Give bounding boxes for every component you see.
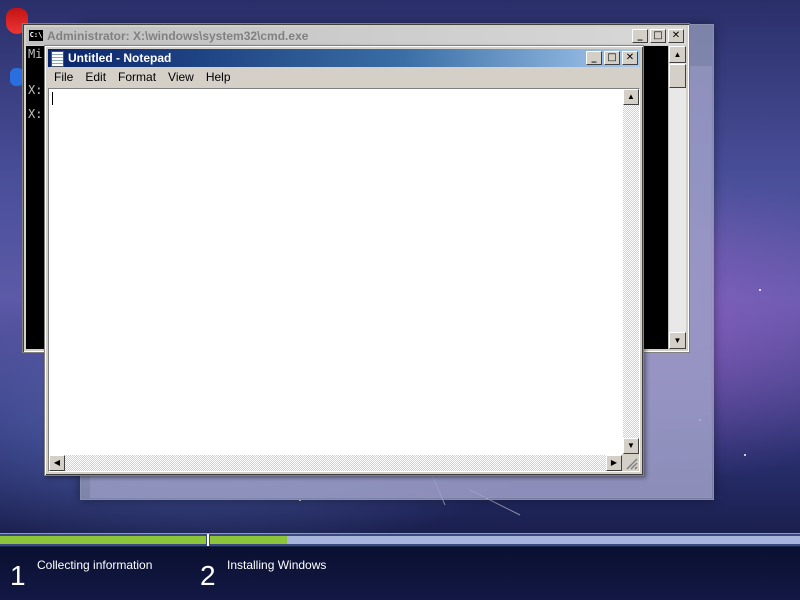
progress-step2-fill: [210, 536, 287, 544]
step-label: Collecting information: [37, 558, 153, 572]
cmd-vertical-scrollbar[interactable]: ▲ ▼: [668, 46, 686, 349]
cmd-app-icon: C:\: [29, 30, 43, 41]
notepad-text-area[interactable]: ▲ ▼ ◀ ▶: [48, 88, 640, 472]
setup-footer: [0, 546, 800, 600]
scroll-down-arrow-icon[interactable]: ▼: [669, 332, 686, 349]
scroll-up-arrow-icon[interactable]: ▲: [623, 89, 639, 105]
cmd-close-button[interactable]: ✕: [668, 29, 684, 43]
progress-step2-track: [210, 536, 800, 544]
resize-grip-icon[interactable]: [622, 454, 639, 471]
notepad-app-icon: [51, 51, 64, 67]
notepad-vertical-scrollbar[interactable]: ▲ ▼: [623, 89, 639, 454]
setup-progress-bar: [0, 533, 800, 547]
progress-step1-fill: [0, 536, 206, 544]
scroll-right-arrow-icon[interactable]: ▶: [606, 455, 622, 471]
menu-format[interactable]: Format: [112, 68, 162, 87]
cmd-scroll-thumb[interactable]: [669, 64, 686, 88]
scroll-up-arrow-icon[interactable]: ▲: [669, 46, 686, 63]
notepad-minimize-button[interactable]: _: [586, 51, 602, 65]
menu-edit[interactable]: Edit: [79, 68, 112, 87]
cmd-window-title: Administrator: X:\windows\system32\cmd.e…: [47, 29, 309, 43]
menu-file[interactable]: File: [48, 68, 79, 87]
notepad-window[interactable]: Untitled - Notepad _ □ ✕ File Edit Forma…: [44, 45, 644, 476]
step-number: 1: [10, 560, 26, 591]
step-number: 2: [200, 560, 216, 591]
cmd-line: Mi: [28, 47, 43, 61]
cmd-titlebar[interactable]: C:\ Administrator: X:\windows\system32\c…: [26, 27, 686, 45]
notepad-window-title: Untitled - Notepad: [68, 51, 172, 65]
notepad-maximize-button[interactable]: □: [604, 51, 620, 65]
scroll-left-arrow-icon[interactable]: ◀: [49, 455, 65, 471]
notepad-titlebar[interactable]: Untitled - Notepad _ □ ✕: [48, 49, 640, 67]
cmd-maximize-button[interactable]: □: [650, 29, 666, 43]
notepad-horizontal-scrollbar[interactable]: ◀ ▶: [49, 455, 622, 471]
step-label: Installing Windows: [227, 558, 327, 572]
cmd-line: X:: [28, 107, 43, 121]
cmd-line: X:: [28, 83, 43, 97]
notepad-close-button[interactable]: ✕: [622, 51, 638, 65]
notepad-menubar: File Edit Format View Help: [48, 68, 640, 87]
cmd-minimize-button[interactable]: _: [632, 29, 648, 43]
progress-divider: [207, 534, 209, 546]
text-caret: [52, 92, 53, 105]
menu-help[interactable]: Help: [200, 68, 237, 87]
scroll-down-arrow-icon[interactable]: ▼: [623, 438, 639, 454]
menu-view[interactable]: View: [162, 68, 200, 87]
